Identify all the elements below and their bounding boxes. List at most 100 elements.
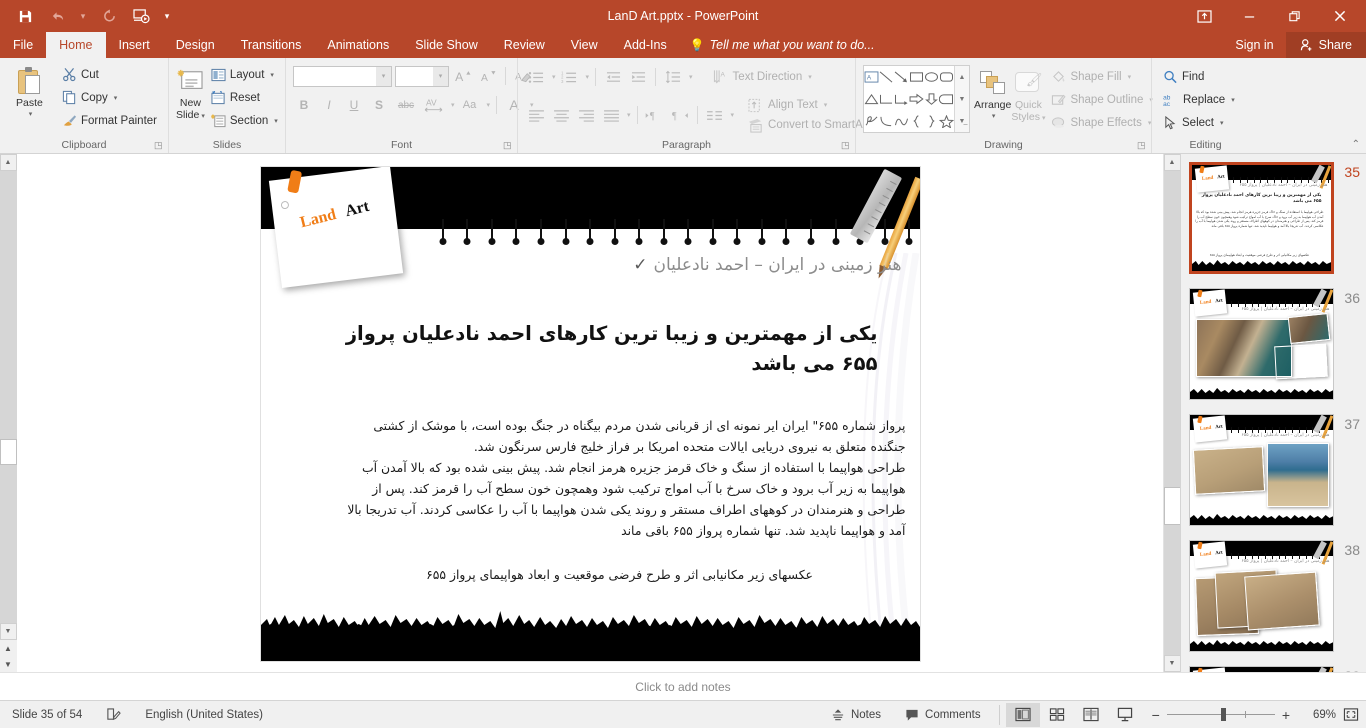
align-text-dropdown-icon[interactable]: ▾ [824,101,828,109]
shape-rectangle-icon[interactable] [909,66,924,88]
ribbon-display-options-icon[interactable] [1182,0,1227,32]
scroll-up-button[interactable]: ▲ [0,154,17,171]
slide-scroll-track[interactable] [1163,171,1181,655]
thumbnail-slide-37[interactable]: Land Art هنر زمینی در ایران – احمد نادعلی… [1189,414,1335,526]
shapes-gallery-scrollbar[interactable]: ▲ ▼ ▼̲ [954,66,969,132]
shape-arrow-icon[interactable] [894,66,909,88]
align-center-button[interactable] [550,104,572,126]
cut-button[interactable]: Cut [58,63,161,86]
numbering-button[interactable]: 123 [559,66,581,88]
font-size-dropdown-icon[interactable]: ▾ [433,66,448,86]
align-right-button[interactable] [575,104,597,126]
copy-button[interactable]: Copy ▾ [58,86,161,109]
paste-dropdown-icon[interactable]: ▾ [29,109,33,121]
new-slide-dropdown-icon[interactable]: ▾ [201,113,205,120]
shapes-more-icon[interactable]: ▼̲ [955,110,969,132]
customize-qat-icon[interactable]: ▾ [158,3,176,29]
quick-styles-button[interactable]: 🖌 Quick Styles ▾ [1011,65,1045,125]
comments-button[interactable]: Comments [893,701,993,728]
tab-animations[interactable]: Animations [314,32,402,58]
shape-elbow-connector-icon[interactable] [879,88,894,110]
drawing-dialog-launcher[interactable]: ◳ [1137,140,1148,153]
align-left-button[interactable] [525,104,547,126]
shapes-gallery[interactable]: A ▲ ▼ ▼̲ [863,65,970,133]
layout-dropdown-icon[interactable]: ▾ [270,71,274,79]
zoom-percent-label[interactable]: 69% [1300,709,1336,721]
zoom-thumb[interactable] [1220,708,1226,721]
shape-arc-icon[interactable] [879,110,894,132]
character-spacing-dropdown-icon[interactable]: ▾ [451,101,455,109]
shapes-scroll-up-icon[interactable]: ▲ [955,66,969,88]
shape-right-brace-icon[interactable] [924,110,939,132]
shape-flowchart-icon[interactable] [939,88,954,110]
shape-right-arrow-icon[interactable] [909,88,924,110]
restore-button[interactable] [1272,0,1317,32]
normal-view-button[interactable] [1005,702,1040,727]
shape-textbox-icon[interactable]: A [864,66,879,88]
shape-effects-button[interactable]: Shape Effects ▾ [1047,111,1156,134]
shape-left-brace-icon[interactable] [909,110,924,132]
slide-scroll-up-button[interactable]: ▲ [1163,154,1181,171]
slide-pane-vertical-scrollbar[interactable]: ▲ ▼ [1163,154,1181,672]
slide-body-text[interactable]: پرواز شماره ۶۵۵" ایران ایر نمونه ای از ق… [346,415,905,541]
thumbnail-row[interactable]: Land Art هنر زمینی در ایران – احمد نادعلی… [1189,162,1360,274]
tab-add-ins[interactable]: Add-Ins [611,32,680,58]
layout-button[interactable]: Layout ▾ [207,63,282,86]
new-slide-button[interactable]: New Slide ▾ [176,63,205,123]
minimize-button[interactable] [1227,0,1272,32]
shape-curve-icon[interactable] [894,110,909,132]
text-shadow-button[interactable]: S [368,94,390,116]
tab-view[interactable]: View [558,32,611,58]
left-vertical-scrollbar[interactable]: ▲ ▼ ▲ ▼ [0,154,17,672]
paste-button[interactable]: Paste ▾ [7,63,52,121]
slide-canvas[interactable]: Land Art هنر زمینی در ایران – احمد نادعلی… [259,166,921,662]
shape-down-arrow-icon[interactable] [924,88,939,110]
shape-fill-button[interactable]: Shape Fill ▾ [1047,65,1156,88]
reset-button[interactable]: Reset [207,86,282,109]
undo-icon[interactable] [42,3,72,29]
scroll-down-button[interactable]: ▼ [0,623,17,640]
change-case-dropdown-icon[interactable]: ▾ [487,101,491,109]
thumbnail-slide-38[interactable]: Land Art هنر زمینی در ایران – احمد نادعلی… [1189,540,1335,652]
columns-dropdown-icon[interactable]: ▾ [731,111,735,119]
bullets-dropdown-icon[interactable]: ▾ [552,73,556,81]
fit-to-window-icon[interactable] [1336,703,1366,727]
decrease-indent-button[interactable] [602,66,624,88]
tab-file[interactable]: File [0,32,46,58]
slide-counter[interactable]: Slide 35 of 54 [0,701,94,728]
zoom-track[interactable] [1166,708,1275,721]
tab-insert[interactable]: Insert [106,32,163,58]
slide-title[interactable]: یکی از مهمترین و زیبا ترین کارهای احمد ن… [318,319,878,379]
slide-thumbnail-pane[interactable]: Land Art هنر زمینی در ایران – احمد نادعلی… [1180,154,1366,672]
ltr-direction-button[interactable]: ¶ [644,104,666,126]
start-slideshow-icon[interactable] [126,3,156,29]
thumbnail-row[interactable]: Land Art هنر زمینی در ایران – احمد نادعلی… [1189,414,1360,526]
font-dialog-launcher[interactable]: ◳ [503,140,514,153]
close-button[interactable] [1317,0,1362,32]
share-button[interactable]: Share [1285,32,1366,58]
sign-in-button[interactable]: Sign in [1223,32,1285,58]
collapse-ribbon-icon[interactable]: ⌃ [1352,139,1360,150]
shapes-scroll-down-icon[interactable]: ▼ [955,88,969,110]
zoom-in-button[interactable]: + [1282,707,1290,723]
arrange-button[interactable]: Arrange ▾ [974,65,1011,123]
quick-styles-dropdown-icon[interactable]: ▾ [1042,115,1046,122]
copy-dropdown-icon[interactable]: ▾ [114,94,118,102]
language-indicator[interactable]: English (United States) [133,701,275,728]
rtl-direction-button[interactable]: ¶ [669,104,691,126]
select-button[interactable]: Select ▾ [1159,111,1239,134]
shape-elbow-arrow-icon[interactable] [894,88,909,110]
find-button[interactable]: Find [1159,65,1239,88]
tell-me-box[interactable]: 💡 Tell me what you want to do... [680,32,885,58]
tab-transitions[interactable]: Transitions [228,32,315,58]
text-direction-dropdown-icon[interactable]: ▾ [808,73,812,81]
shape-star-icon[interactable] [939,110,954,132]
font-name-dropdown-icon[interactable]: ▾ [376,66,391,86]
format-painter-button[interactable]: Format Painter [58,109,161,132]
underline-button[interactable]: U [343,94,365,116]
clipboard-dialog-launcher[interactable]: ◳ [154,140,165,153]
shape-scribble-icon[interactable] [864,110,879,132]
slide-caption[interactable]: عکسهای زیر مکانیابی اثر و طرح فرضی موقعی… [350,567,890,582]
slide-show-view-button[interactable] [1108,703,1142,727]
justify-button[interactable] [600,104,622,126]
